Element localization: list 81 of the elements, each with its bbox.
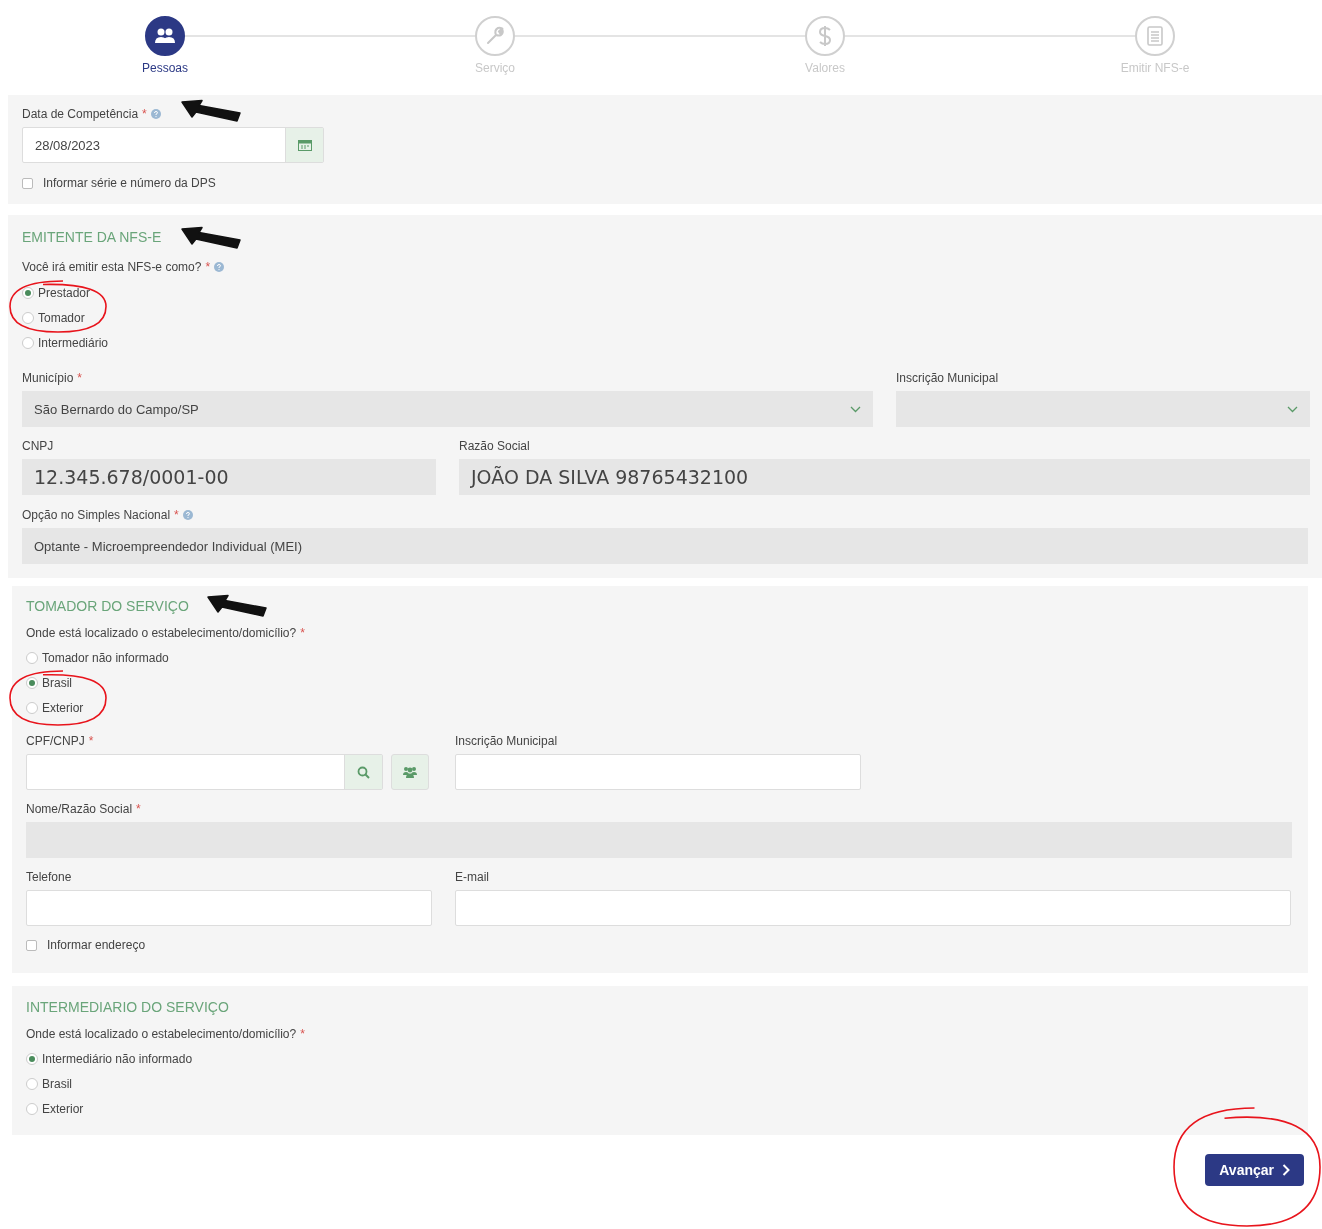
- required-mark: *: [136, 802, 141, 816]
- date-value: 28/08/2023: [34, 136, 102, 155]
- checkbox-label: Informar série e número da DPS: [43, 176, 216, 190]
- radio-button[interactable]: [26, 701, 38, 714]
- field-label: CNPJ: [22, 439, 54, 453]
- required-mark: *: [142, 107, 147, 121]
- section-title: EMITENTE DA NFS-E: [22, 229, 162, 246]
- radio-label: Exterior: [42, 1101, 84, 1116]
- checkbox[interactable]: [26, 939, 37, 951]
- people-icon: [154, 28, 176, 44]
- search-button[interactable]: [344, 755, 382, 789]
- cpf-cnpj-field[interactable]: [26, 754, 383, 790]
- required-mark: *: [300, 1027, 305, 1041]
- registration-field[interactable]: [455, 754, 861, 790]
- field-label: Inscrição Municipal: [455, 734, 558, 748]
- required-mark: *: [300, 626, 305, 640]
- hand-drawn-arrow: [181, 226, 241, 249]
- radio-label: Intermediário não informado: [42, 1051, 193, 1066]
- radio-label: Brasil: [42, 675, 72, 690]
- radio-button[interactable]: [26, 1052, 38, 1065]
- radio-label: Brasil: [42, 1076, 72, 1091]
- phone-field[interactable]: [26, 890, 432, 926]
- field-label: Município: [22, 371, 74, 385]
- section-title: INTERMEDIARIO DO SERVIÇO: [26, 999, 229, 1016]
- registration-select[interactable]: [896, 391, 1310, 427]
- field-label: Inscrição Municipal: [896, 371, 999, 385]
- field-label: Razão Social: [459, 439, 530, 453]
- field-label: Data de Competência: [22, 107, 139, 121]
- radio-button[interactable]: [22, 286, 34, 299]
- field-label: E-mail: [455, 870, 489, 884]
- next-button[interactable]: Avançar: [1205, 1154, 1304, 1186]
- hand-drawn-arrow: [181, 99, 241, 122]
- required-mark: *: [174, 508, 179, 522]
- simples-field: Optante - Microempreendedor Individual (MEI): [22, 528, 1308, 564]
- help-icon[interactable]: [150, 109, 161, 119]
- contacts-button[interactable]: [391, 754, 429, 790]
- radio-button[interactable]: [26, 1102, 38, 1115]
- municipality-select[interactable]: São Bernardo do Campo/SP: [22, 391, 873, 427]
- checkbox-label: Informar endereço: [47, 938, 146, 952]
- required-mark: *: [205, 260, 211, 274]
- required-mark: *: [88, 734, 94, 748]
- search-icon: [357, 765, 370, 779]
- field-label: CPF/CNPJ: [26, 734, 85, 748]
- select-value: São Bernardo do Campo/SP: [34, 401, 199, 417]
- chevron-down-icon: [850, 405, 861, 413]
- group-icon: [402, 766, 418, 778]
- date-field[interactable]: 28/08/2023: [22, 127, 324, 163]
- section-title: TOMADOR DO SERVIÇO: [26, 598, 189, 615]
- radio-label: Prestador: [38, 285, 91, 300]
- radio-label: Exterior: [42, 700, 84, 715]
- wrench-icon: [485, 26, 505, 46]
- chevron-down-icon: [1287, 405, 1298, 413]
- field-label: Opção no Simples Nacional: [22, 508, 171, 522]
- radio-label: Tomador não informado: [42, 650, 169, 665]
- hand-drawn-arrow: [207, 594, 267, 617]
- radio-button[interactable]: [26, 676, 38, 689]
- company-name-field: JOÃO DA SILVA 98765432100: [459, 459, 1310, 495]
- radio-label: Tomador: [38, 310, 85, 325]
- field-label: Nome/Razão Social: [26, 802, 133, 816]
- radio-button[interactable]: [26, 651, 38, 664]
- document-icon: [1147, 26, 1163, 46]
- radio-button[interactable]: [22, 311, 34, 324]
- step-label: Pessoas: [142, 61, 188, 75]
- required-mark: *: [77, 371, 83, 385]
- email-field[interactable]: [455, 890, 1291, 926]
- calendar-icon: [297, 139, 312, 151]
- help-icon[interactable]: [214, 262, 225, 272]
- dollar-icon: [818, 25, 832, 47]
- radio-button[interactable]: [22, 336, 34, 349]
- chevron-right-icon: [1282, 1164, 1290, 1176]
- field-label: Onde está localizado o estabelecimento/domicílio?: [26, 626, 297, 640]
- field-label: Você irá emitir esta NFS-e como?: [22, 260, 202, 274]
- calendar-button[interactable]: [285, 128, 323, 162]
- field-label: Onde está localizado o estabelecimento/domicílio?: [26, 1027, 297, 1041]
- help-icon[interactable]: [182, 510, 193, 520]
- checkbox[interactable]: [22, 177, 33, 189]
- step-circle[interactable]: [145, 16, 185, 56]
- field-label: Telefone: [26, 870, 72, 884]
- cnpj-field: 12.345.678/0001-00: [22, 459, 436, 495]
- radio-button[interactable]: [26, 1077, 38, 1090]
- radio-label: Intermediário: [38, 335, 109, 350]
